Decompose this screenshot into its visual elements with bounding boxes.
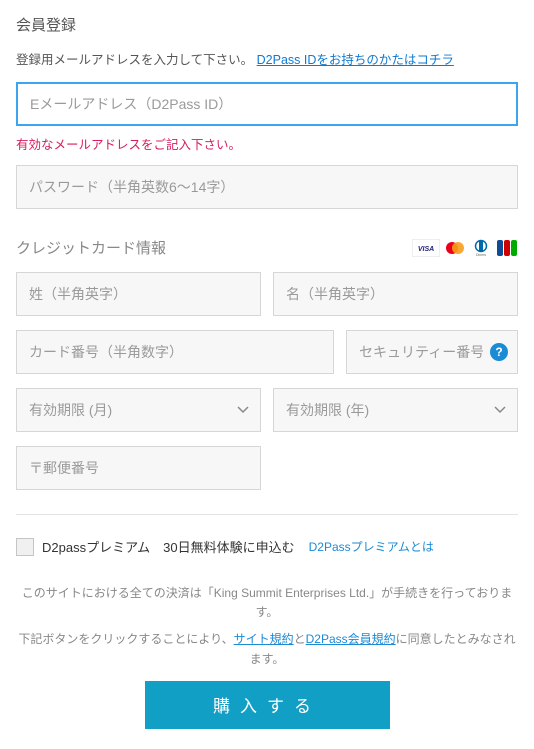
credit-card-section-title: クレジットカード情報: [16, 237, 166, 258]
intro-text: 登録用メールアドレスを入力して下さい。 D2Pass IDをお持ちのかたはコチラ: [16, 49, 518, 68]
diners-icon: Diners: [470, 239, 492, 257]
notice-line-2: 下記ボタンをクリックすることにより、サイト規約とD2Pass会員規約に同意したと…: [16, 630, 518, 668]
notice-and: と: [294, 632, 306, 646]
intro-text-content: 登録用メールアドレスを入力して下さい。: [16, 53, 253, 67]
svg-text:VISA: VISA: [418, 246, 434, 253]
exp-year-select[interactable]: 有効期限 (年): [273, 388, 518, 432]
postcode-input[interactable]: [16, 446, 261, 490]
security-code-help-icon[interactable]: ?: [490, 343, 508, 361]
card-brand-logos: VISA Diners: [412, 239, 518, 257]
mastercard-icon: [444, 239, 466, 257]
premium-info-link[interactable]: D2Passプレミアムとは: [309, 538, 434, 555]
site-terms-link[interactable]: サイト規約: [234, 632, 294, 646]
d2pass-id-link[interactable]: D2Pass IDをお持ちのかたはコチラ: [257, 53, 454, 67]
email-input[interactable]: [16, 82, 518, 126]
page-title: 会員登録: [16, 14, 518, 35]
notice-line-1: このサイトにおける全ての決済は「King Summit Enterprises …: [16, 584, 518, 622]
purchase-button[interactable]: 購入する: [145, 681, 390, 729]
jcb-icon: [496, 239, 518, 257]
card-number-input[interactable]: [16, 330, 334, 374]
password-input[interactable]: [16, 165, 518, 209]
email-error: 有効なメールアドレスをご記入下さい。: [16, 134, 518, 153]
lastname-input[interactable]: [16, 272, 261, 316]
notice-line-2-pre: 下記ボタンをクリックすることにより、: [18, 632, 233, 646]
firstname-input[interactable]: [273, 272, 518, 316]
d2pass-terms-link[interactable]: D2Pass会員規約: [306, 632, 396, 646]
premium-checkbox-label: D2passプレミアム 30日無料体験に申込む: [42, 537, 295, 556]
exp-month-select[interactable]: 有効期限 (月): [16, 388, 261, 432]
premium-checkbox[interactable]: [16, 538, 34, 556]
visa-icon: VISA: [412, 239, 440, 257]
svg-text:Diners: Diners: [476, 253, 486, 257]
divider: [16, 514, 518, 515]
